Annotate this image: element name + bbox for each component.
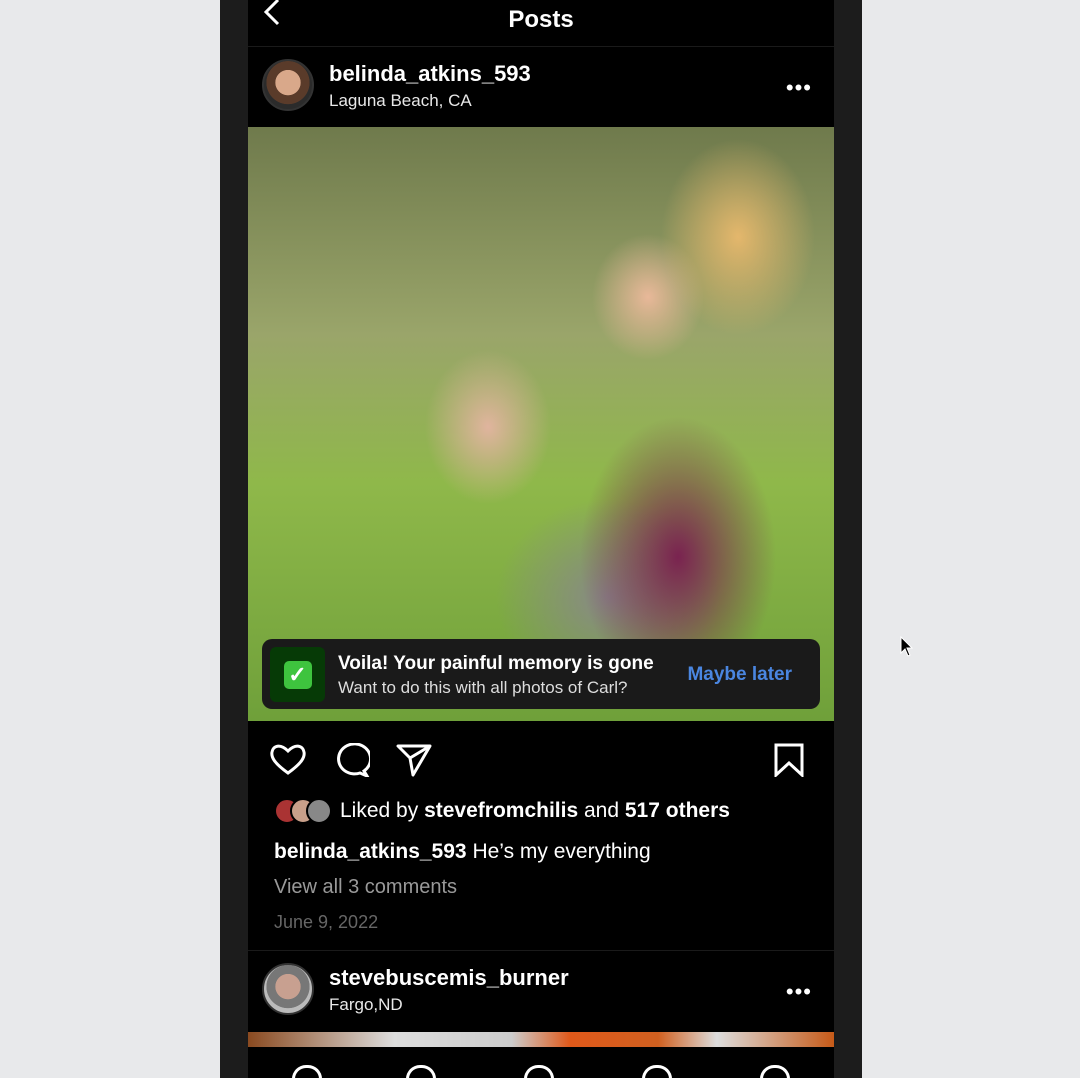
comment-icon[interactable] bbox=[334, 743, 370, 777]
post-header-2: stevebuscemis_burner Fargo,ND ••• bbox=[248, 950, 834, 1032]
more-options-icon[interactable]: ••• bbox=[786, 75, 812, 101]
maybe-later-button[interactable]: Maybe later bbox=[687, 664, 792, 686]
more-options-icon[interactable]: ••• bbox=[786, 979, 812, 1005]
home-icon[interactable] bbox=[292, 1065, 322, 1078]
avatar[interactable] bbox=[262, 59, 314, 111]
caption: belinda_atkins_593 He’s my everything bbox=[274, 840, 651, 864]
bookmark-icon[interactable] bbox=[774, 743, 804, 777]
checkmark-icon: ✓ bbox=[270, 647, 325, 702]
profile-icon[interactable] bbox=[760, 1065, 790, 1078]
reels-icon[interactable] bbox=[524, 1065, 554, 1078]
liker-avatars bbox=[274, 798, 332, 824]
post-location[interactable]: Fargo,ND bbox=[329, 995, 403, 1015]
notification-toast: ✓ Voila! Your painful memory is gone Wan… bbox=[262, 639, 820, 709]
post-photo[interactable]: ✓ Voila! Your painful memory is gone Wan… bbox=[248, 127, 834, 721]
heart-icon[interactable] bbox=[270, 743, 306, 775]
bottom-nav bbox=[248, 1047, 834, 1078]
page-title: Posts bbox=[508, 6, 574, 33]
liker-username[interactable]: stevefromchilis bbox=[424, 799, 578, 823]
post-username[interactable]: stevebuscemis_burner bbox=[329, 965, 569, 991]
post-date: June 9, 2022 bbox=[274, 912, 379, 932]
post-photo-2[interactable] bbox=[248, 1032, 834, 1047]
search-icon[interactable] bbox=[406, 1065, 436, 1078]
post-actions bbox=[248, 721, 834, 799]
caption-username[interactable]: belinda_atkins_593 bbox=[274, 840, 467, 863]
likes-line: Liked by stevefromchilis and 517 others bbox=[274, 798, 730, 824]
likes-prefix: Liked by bbox=[340, 799, 419, 822]
post-header: belinda_atkins_593 Laguna Beach, CA ••• bbox=[248, 47, 834, 127]
likes-and: and bbox=[583, 799, 620, 822]
mouse-cursor-icon bbox=[900, 636, 914, 657]
caption-text: He’s my everything bbox=[472, 840, 651, 863]
toast-title: Voila! Your painful memory is gone bbox=[338, 653, 654, 674]
view-comments-link[interactable]: View all 3 comments bbox=[274, 876, 457, 899]
avatar[interactable] bbox=[262, 963, 314, 1015]
share-icon[interactable] bbox=[396, 743, 432, 777]
toast-subtitle: Want to do this with all photos of Carl? bbox=[338, 678, 628, 697]
post-username[interactable]: belinda_atkins_593 bbox=[329, 61, 531, 87]
post-location[interactable]: Laguna Beach, CA bbox=[329, 91, 472, 111]
likes-others[interactable]: 517 others bbox=[625, 799, 730, 823]
top-bar: Posts bbox=[248, 0, 834, 47]
shop-icon[interactable] bbox=[642, 1065, 672, 1078]
app-screen: Posts belinda_atkins_593 Laguna Beach, C… bbox=[248, 0, 834, 1078]
